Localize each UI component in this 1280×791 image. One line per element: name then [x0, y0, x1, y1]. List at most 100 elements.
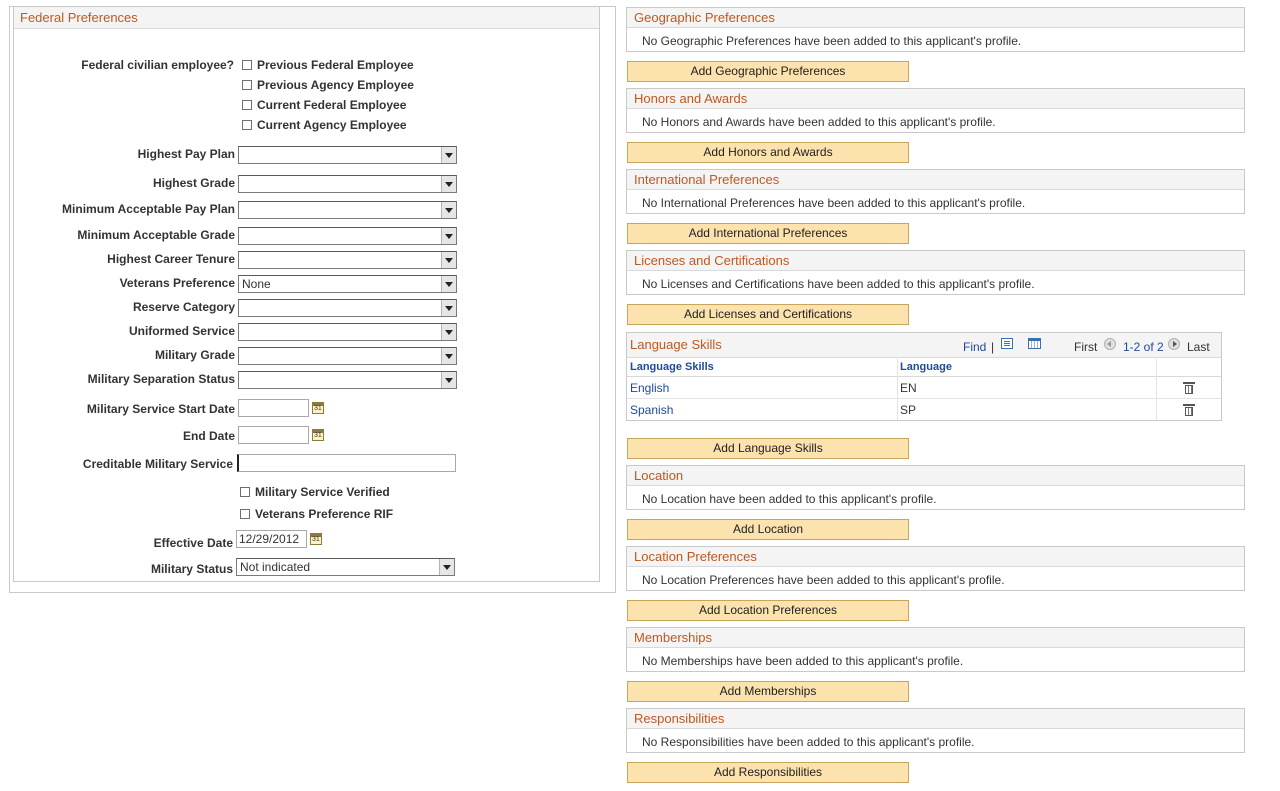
location-preferences-section: Location Preferences No Location Prefere… [626, 546, 1245, 591]
reserve-category-select[interactable] [238, 299, 457, 317]
military-separation-select[interactable] [238, 371, 457, 389]
empty-message: No International Preferences have been a… [642, 196, 1025, 210]
new-window-icon[interactable] [1001, 338, 1013, 349]
highest-pay-plan-select[interactable] [238, 146, 457, 164]
add-language-skills-button[interactable]: Add Language Skills [627, 438, 909, 459]
checkbox-label: Previous Federal Employee [257, 58, 414, 72]
service-start-input[interactable] [238, 399, 309, 417]
language-skill-link[interactable]: English [630, 381, 669, 395]
dropdown-arrow-icon[interactable] [441, 147, 456, 163]
checkbox-icon[interactable] [240, 509, 250, 519]
checkbox-icon[interactable] [242, 80, 252, 90]
effective-date-input[interactable]: 12/29/2012 [236, 530, 307, 548]
add-memberships-button[interactable]: Add Memberships [627, 681, 909, 702]
select-value: Not indicated [240, 560, 310, 574]
responsibilities-section: Responsibilities No Responsibilities hav… [626, 708, 1245, 753]
column-language[interactable]: Language [900, 361, 952, 373]
checkbox-service-verified[interactable]: Military Service Verified [240, 485, 390, 499]
veterans-pref-select[interactable]: None [238, 275, 457, 293]
checkbox-previous-agency[interactable]: Previous Agency Employee [242, 78, 414, 92]
checkbox-icon[interactable] [240, 487, 250, 497]
creditable-service-input[interactable] [237, 454, 456, 472]
add-geographic-preferences-button[interactable]: Add Geographic Preferences [627, 61, 909, 82]
effective-date-label: Effective Date [20, 536, 233, 550]
calendar-icon[interactable] [312, 402, 324, 414]
section-title: Honors and Awards [627, 89, 1244, 109]
min-grade-label: Minimum Acceptable Grade [20, 228, 235, 242]
column-language-skills[interactable]: Language Skills [630, 361, 714, 373]
select-value: None [242, 277, 271, 291]
dropdown-arrow-icon[interactable] [439, 559, 454, 575]
checkbox-label: Military Service Verified [255, 485, 390, 499]
add-international-preferences-button[interactable]: Add International Preferences [627, 223, 909, 244]
dropdown-arrow-icon[interactable] [441, 372, 456, 388]
military-status-select[interactable]: Not indicated [236, 558, 455, 576]
section-title: Location [627, 466, 1244, 486]
checkbox-veterans-rif[interactable]: Veterans Preference RIF [240, 507, 393, 521]
delete-row-icon[interactable] [1184, 404, 1194, 416]
section-title: Licenses and Certifications [627, 251, 1244, 271]
creditable-service-label: Creditable Military Service [20, 457, 233, 471]
career-tenure-select[interactable] [238, 251, 457, 269]
end-date-input[interactable] [238, 426, 309, 444]
section-title: Location Preferences [627, 547, 1244, 567]
checkbox-icon[interactable] [242, 120, 252, 130]
calendar-icon[interactable] [312, 429, 324, 441]
checkbox-current-agency[interactable]: Current Agency Employee [242, 118, 407, 132]
section-title: Geographic Preferences [627, 8, 1244, 28]
highest-grade-label: Highest Grade [40, 176, 235, 190]
dropdown-arrow-icon[interactable] [441, 176, 456, 192]
highest-pay-plan-label: Highest Pay Plan [40, 147, 235, 161]
column-divider [897, 357, 898, 420]
find-link[interactable]: Find [963, 340, 986, 354]
add-responsibilities-button[interactable]: Add Responsibilities [627, 762, 909, 783]
location-section: Location No Location have been added to … [626, 465, 1245, 510]
military-grade-select[interactable] [238, 347, 457, 365]
min-pay-plan-label: Minimum Acceptable Pay Plan [20, 202, 235, 216]
checkbox-label: Current Federal Employee [257, 98, 406, 112]
veterans-pref-label: Veterans Preference [20, 276, 235, 290]
empty-message: No Geographic Preferences have been adde… [642, 34, 1021, 48]
next-icon[interactable] [1168, 338, 1180, 350]
empty-message: No Honors and Awards have been added to … [642, 115, 996, 129]
language-skill-link[interactable]: Spanish [630, 403, 673, 417]
checkbox-label: Veterans Preference RIF [255, 507, 393, 521]
grid-title: Language Skills [630, 337, 722, 352]
military-separation-label: Military Separation Status [20, 372, 235, 386]
checkbox-previous-federal[interactable]: Previous Federal Employee [242, 58, 414, 72]
uniformed-service-select[interactable] [238, 323, 457, 341]
grid-column-header: Language Skills Language [627, 357, 1221, 377]
min-grade-select[interactable] [238, 227, 457, 245]
previous-icon[interactable] [1104, 338, 1116, 350]
empty-message: No Responsibilities have been added to t… [642, 735, 975, 749]
highest-grade-select[interactable] [238, 175, 457, 193]
dropdown-arrow-icon[interactable] [441, 348, 456, 364]
add-location-preferences-button[interactable]: Add Location Preferences [627, 600, 909, 621]
uniformed-service-label: Uniformed Service [20, 324, 235, 338]
dropdown-arrow-icon[interactable] [441, 276, 456, 292]
min-pay-plan-select[interactable] [238, 201, 457, 219]
add-licenses-certifications-button[interactable]: Add Licenses and Certifications [627, 304, 909, 325]
dropdown-arrow-icon[interactable] [441, 324, 456, 340]
language-skills-grid: Language Skills Find | First 1-2 of 2 La… [626, 332, 1222, 421]
dropdown-arrow-icon[interactable] [441, 300, 456, 316]
checkbox-label: Previous Agency Employee [257, 78, 414, 92]
add-location-button[interactable]: Add Location [627, 519, 909, 540]
language-code: EN [900, 381, 917, 395]
dropdown-arrow-icon[interactable] [441, 252, 456, 268]
language-code: SP [900, 403, 916, 417]
empty-message: No Memberships have been added to this a… [642, 654, 963, 668]
download-grid-icon[interactable] [1028, 338, 1041, 349]
add-honors-awards-button[interactable]: Add Honors and Awards [627, 142, 909, 163]
separator: | [991, 340, 994, 354]
delete-row-icon[interactable] [1184, 382, 1194, 394]
calendar-icon[interactable] [310, 533, 322, 545]
row-range: 1-2 of 2 [1123, 340, 1164, 354]
dropdown-arrow-icon[interactable] [441, 202, 456, 218]
checkbox-current-federal[interactable]: Current Federal Employee [242, 98, 406, 112]
dropdown-arrow-icon[interactable] [441, 228, 456, 244]
checkbox-icon[interactable] [242, 100, 252, 110]
memberships-section: Memberships No Memberships have been add… [626, 627, 1245, 672]
federal-preferences-title: Federal Preferences [14, 7, 599, 29]
checkbox-icon[interactable] [242, 60, 252, 70]
